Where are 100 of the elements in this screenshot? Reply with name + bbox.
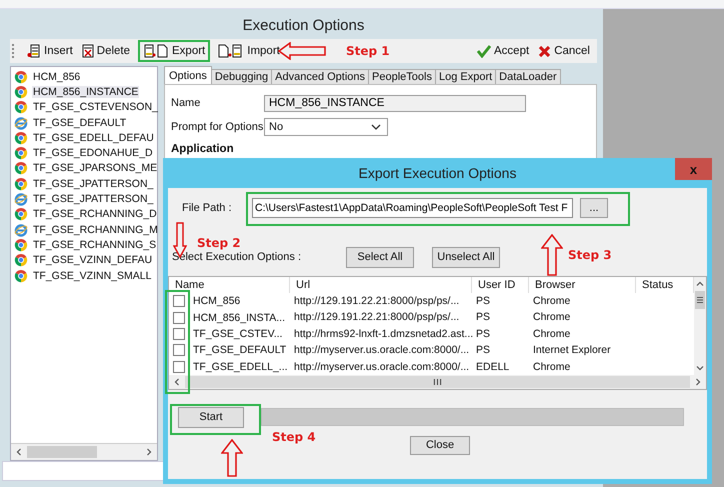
chrome-browser-icon: [14, 253, 28, 268]
up-arrow-icon: [221, 439, 243, 477]
list-item[interactable]: TF_GSE_JPATTERSON_: [14, 191, 157, 207]
chrome-browser-icon: [14, 84, 28, 99]
list-item[interactable]: TF_GSE_RCHANNING_D: [14, 206, 157, 222]
row-checkbox[interactable]: [173, 295, 185, 308]
field-label: File Path :: [182, 202, 233, 214]
field-label: Name: [171, 97, 202, 109]
row-checkbox[interactable]: [173, 328, 185, 340]
scroll-left-icon[interactable]: [173, 378, 181, 386]
chrome-browser-icon: [14, 130, 28, 145]
table-cell-text: HCM_856: [193, 294, 240, 310]
row-checkbox[interactable]: [173, 344, 185, 356]
table-cell: Chrome: [533, 360, 570, 373]
table-cell: EDELL: [476, 360, 510, 373]
close-button[interactable]: Close: [410, 436, 470, 455]
documents-icon: [218, 44, 244, 58]
list-item[interactable]: TF_GSE_EDONAHUE_D: [14, 145, 157, 161]
table-cell-text: TF_GSE_CSTEV...: [193, 326, 282, 342]
toolbar-button[interactable]: Import: [215, 42, 283, 60]
table-cell: http://myserver.us.oracle.com:8000/...: [294, 344, 470, 356]
scroll-up-icon[interactable]: [696, 280, 704, 288]
left-arrow-icon: [278, 42, 326, 60]
column-header[interactable]: User ID: [472, 277, 529, 293]
list-item[interactable]: TF_GSE_EDELL_DEFAU: [14, 130, 157, 146]
tab[interactable]: Options: [164, 66, 212, 84]
checkmark-icon: [477, 44, 492, 58]
documents-icon: [143, 44, 170, 58]
toolbar-button[interactable]: Export: [138, 40, 210, 62]
internet-explorer-icon: [14, 192, 28, 206]
table-cell: http://129.191.22.21:8000/psp/ps/...: [294, 295, 460, 307]
horizontal-scrollbar[interactable]: [11, 443, 157, 460]
list-item[interactable]: HCM_856: [14, 69, 157, 84]
row-checkbox[interactable]: [173, 360, 185, 373]
internet-explorer-icon: [14, 116, 28, 130]
scroll-right-icon[interactable]: [145, 448, 153, 456]
chrome-browser-icon: [14, 176, 28, 191]
scroll-down-icon[interactable]: [696, 364, 704, 372]
dialog-title: Export Execution Options: [358, 165, 516, 181]
table-cell: PS: [476, 344, 490, 356]
up-arrow-icon: [541, 234, 563, 276]
table-cell: http://hrms92-lnxft-1.dmzsnetad2.ast...: [294, 328, 474, 340]
field-label: Prompt for Options: [171, 121, 264, 133]
table-cell-text: HCM_856_INSTA...: [193, 310, 286, 326]
name-field[interactable]: HCM_856_INSTANCE: [264, 94, 526, 112]
table-cell: Chrome: [533, 311, 570, 324]
prompt-dropdown[interactable]: No: [264, 118, 388, 136]
table-cell: http://129.191.22.21:8000/psp/ps/...: [294, 311, 460, 324]
toolbar-grip-icon: [12, 44, 17, 58]
table-cell: PS: [476, 311, 490, 324]
chrome-browser-icon: [14, 146, 28, 160]
table-cell: Internet Explorer: [533, 344, 611, 356]
tab[interactable]: Debugging: [210, 69, 272, 84]
list-item[interactable]: TF_GSE_VZINN_DEFAU: [14, 252, 157, 268]
chevron-down-icon: [371, 124, 381, 130]
list-item[interactable]: TF_GSE_JPATTERSON_: [14, 176, 157, 192]
row-checkbox[interactable]: [173, 312, 185, 324]
vertical-scrollbar[interactable]: [694, 277, 706, 375]
browse-button[interactable]: ...: [580, 198, 608, 218]
horizontal-scrollbar[interactable]: [169, 374, 706, 389]
toolbar-button[interactable]: Delete: [78, 42, 134, 60]
scroll-left-icon[interactable]: [15, 448, 23, 456]
tab[interactable]: DataLoader: [495, 69, 561, 84]
toolbar-button[interactable]: Cancel: [535, 42, 593, 60]
chrome-browser-icon: [14, 161, 28, 176]
list-item[interactable]: TF_GSE_RCHANNING_M: [14, 222, 157, 238]
column-header[interactable]: Url: [290, 277, 472, 293]
table-cell: Chrome: [533, 328, 570, 340]
column-header[interactable]: Browser: [529, 277, 636, 293]
toolbar-button[interactable]: Accept: [474, 42, 532, 60]
list-item[interactable]: TF_GSE_JPARSONS_ME: [14, 160, 157, 176]
tab[interactable]: PeopleTools: [368, 69, 436, 84]
table-cell: Chrome: [533, 295, 570, 307]
tab[interactable]: Advanced Options: [271, 69, 370, 84]
table-cell: http://myserver.us.oracle.com:8000/...: [294, 360, 470, 373]
scroll-thumb-icon[interactable]: [695, 291, 705, 309]
chrome-browser-icon: [14, 238, 28, 252]
column-header[interactable]: Name: [169, 277, 290, 293]
toolbar-button[interactable]: Insert: [24, 42, 76, 60]
list-item[interactable]: TF_GSE_DEFAULT: [14, 114, 157, 130]
tab[interactable]: Log Export: [434, 69, 496, 84]
scroll-right-icon[interactable]: [694, 378, 702, 386]
select-all-button[interactable]: Select All: [346, 246, 414, 268]
chrome-browser-icon: [14, 70, 28, 84]
step-label: Step 2: [197, 236, 241, 250]
unselect-all-button[interactable]: Unselect All: [432, 246, 500, 268]
list-item[interactable]: TF_GSE_RCHANNING_S: [14, 237, 157, 253]
table-cell: PS: [476, 328, 490, 340]
close-button[interactable]: x: [675, 158, 712, 180]
list-item[interactable]: TF_GSE_CSTEVENSON_: [14, 100, 157, 115]
file-path-field[interactable]: C:\Users\Fastest1\AppData\Roaming\PeopleSoft\PeopleSoft Test F: [252, 198, 573, 218]
step-label: Step 3: [568, 248, 612, 262]
scroll-thumb-icon[interactable]: [185, 376, 690, 388]
delete-icon: [82, 44, 94, 58]
start-button[interactable]: Start: [178, 406, 244, 428]
chrome-browser-icon: [14, 268, 28, 282]
step-label: Step 4: [272, 430, 316, 444]
list-item[interactable]: TF_GSE_VZINN_SMALL: [14, 268, 157, 284]
insert-icon: [27, 44, 41, 58]
window-title: Execution Options: [242, 16, 366, 36]
